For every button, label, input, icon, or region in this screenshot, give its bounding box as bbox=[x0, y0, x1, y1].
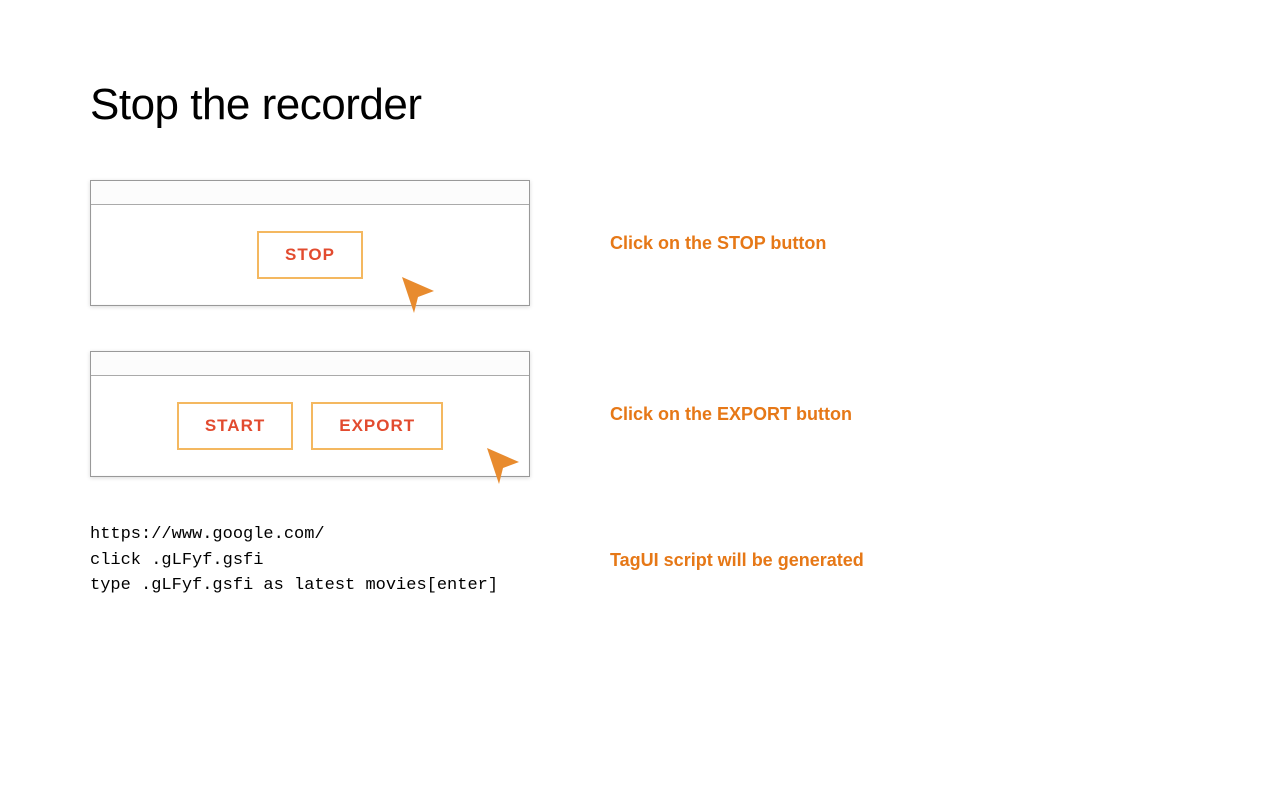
panel-stop-wrapper: STOP bbox=[90, 180, 570, 306]
script-line: type .gLFyf.gsfi as latest movies[enter] bbox=[90, 576, 498, 595]
panel-body: START EXPORT bbox=[91, 376, 529, 476]
panel-header bbox=[91, 181, 529, 205]
caption-col-stop: Click on the STOP button bbox=[570, 233, 1190, 254]
caption-col-export: Click on the EXPORT button bbox=[570, 404, 1190, 425]
step-row-stop: STOP Click on the STOP button bbox=[90, 180, 1190, 306]
step-row-script: https://www.google.com/ click .gLFyf.gsf… bbox=[90, 522, 1190, 599]
recorder-panel-export: START EXPORT bbox=[90, 351, 530, 477]
stop-button[interactable]: STOP bbox=[257, 231, 363, 279]
cursor-pointer-icon bbox=[485, 446, 521, 486]
panel-body: STOP bbox=[91, 205, 529, 305]
page-title: Stop the recorder bbox=[90, 80, 1190, 130]
caption-col-script: TagUI script will be generated bbox=[570, 550, 1190, 571]
script-line: click .gLFyf.gsfi bbox=[90, 551, 263, 570]
export-button[interactable]: EXPORT bbox=[311, 402, 443, 450]
panel-export-wrapper: START EXPORT bbox=[90, 351, 570, 477]
caption-script: TagUI script will be generated bbox=[610, 550, 1190, 571]
start-button[interactable]: START bbox=[177, 402, 293, 450]
caption-export: Click on the EXPORT button bbox=[610, 404, 1190, 425]
script-line: https://www.google.com/ bbox=[90, 525, 325, 544]
cursor-pointer-icon bbox=[400, 275, 436, 315]
panel-header bbox=[91, 352, 529, 376]
recorder-panel-stop: STOP bbox=[90, 180, 530, 306]
script-output: https://www.google.com/ click .gLFyf.gsf… bbox=[90, 522, 570, 599]
caption-stop: Click on the STOP button bbox=[610, 233, 1190, 254]
script-output-wrapper: https://www.google.com/ click .gLFyf.gsf… bbox=[90, 522, 570, 599]
step-row-export: START EXPORT Click on the EXPORT button bbox=[90, 351, 1190, 477]
